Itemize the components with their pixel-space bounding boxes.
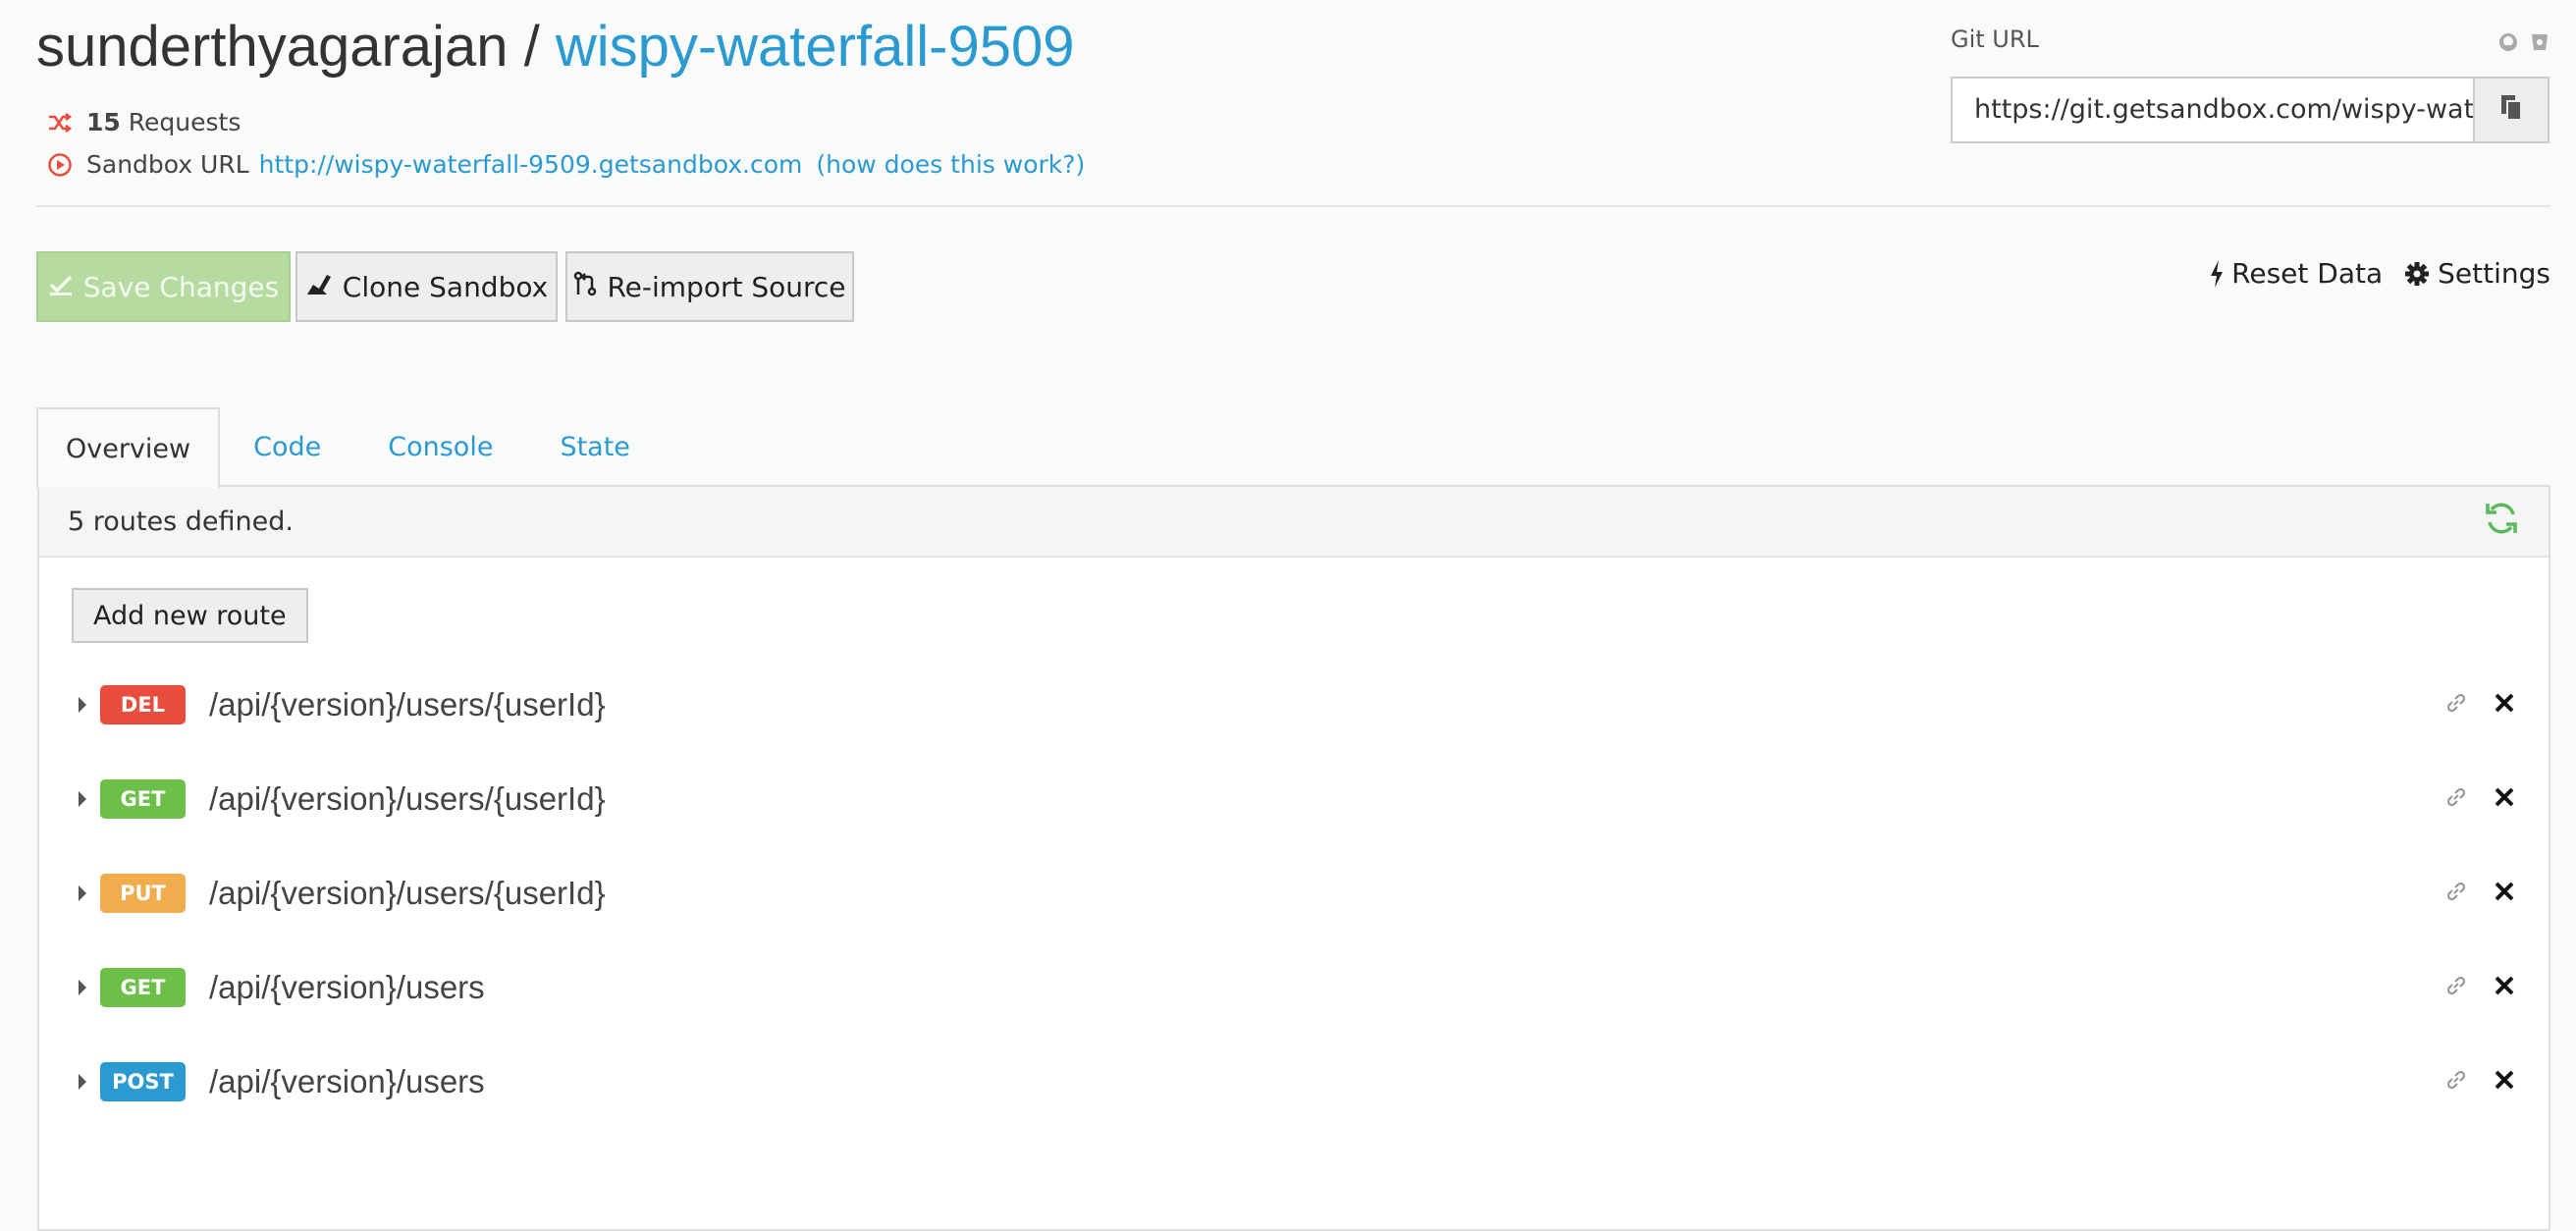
- close-icon[interactable]: [2494, 881, 2515, 906]
- github-icon[interactable]: [2497, 31, 2519, 57]
- copy-git-url-button[interactable]: [2473, 77, 2549, 143]
- close-icon[interactable]: [2494, 786, 2515, 812]
- header-divider: [36, 205, 2550, 207]
- method-badge: GET: [100, 779, 186, 819]
- link-icon[interactable]: [2444, 974, 2468, 1001]
- sandbox-url-label: Sandbox URL: [86, 150, 249, 179]
- refresh-icon[interactable]: [2484, 501, 2519, 543]
- how-does-this-work-link[interactable]: (how does this work?): [816, 150, 1085, 179]
- route-path: /api/{version}/users: [209, 1063, 485, 1099]
- owner-name: sunderthyagarajan: [36, 15, 509, 79]
- repo-host-icons: [2497, 31, 2550, 57]
- route-row[interactable]: GET /api/{version}/users: [79, 958, 2515, 1017]
- link-icon[interactable]: [2444, 785, 2468, 813]
- repo-name[interactable]: wispy-waterfall-9509: [556, 15, 1075, 79]
- clone-sandbox-button[interactable]: Clone Sandbox: [295, 251, 558, 322]
- sandbox-actions: Reset Data Settings: [2210, 257, 2550, 290]
- reimport-source-button[interactable]: Re-import Source: [565, 251, 854, 322]
- route-path: /api/{version}/users/{userId}: [209, 875, 606, 911]
- link-icon[interactable]: [2444, 880, 2468, 907]
- page-title: sunderthyagarajan / wispy-waterfall-9509: [36, 14, 1074, 80]
- save-icon: [48, 271, 74, 303]
- title-separator: /: [508, 15, 556, 79]
- git-url-field[interactable]: https://git.getsandbox.com/wispy-water: [1951, 77, 2475, 143]
- save-changes-button[interactable]: Save Changes: [36, 251, 291, 322]
- link-icon[interactable]: [2444, 691, 2468, 719]
- reset-data-button[interactable]: Reset Data: [2210, 257, 2383, 290]
- settings-button[interactable]: Settings: [2404, 257, 2550, 290]
- save-changes-label: Save Changes: [82, 270, 280, 303]
- routes-summary: 5 routes defined.: [68, 506, 294, 537]
- close-icon[interactable]: [2494, 692, 2515, 718]
- route-row[interactable]: PUT /api/{version}/users/{userId}: [79, 864, 2515, 923]
- git-url-label: Git URL: [1951, 26, 2039, 53]
- gear-icon: [2404, 261, 2430, 287]
- route-path: /api/{version}/users/{userId}: [209, 780, 606, 817]
- requests-info: 15 Requests: [47, 108, 241, 136]
- expand-caret-icon[interactable]: [79, 885, 86, 901]
- play-circle-icon: [47, 152, 73, 178]
- clone-sandbox-label: Clone Sandbox: [342, 270, 549, 303]
- tab-code[interactable]: Code: [220, 407, 354, 486]
- overview-panel: 5 routes defined. Add new route DEL /api…: [37, 485, 2550, 1231]
- reset-data-label: Reset Data: [2231, 257, 2384, 290]
- method-badge: POST: [100, 1062, 186, 1101]
- requests-label: Requests: [128, 108, 242, 136]
- bolt-icon: [2210, 259, 2224, 288]
- route-row[interactable]: DEL /api/{version}/users/{userId}: [79, 675, 2515, 734]
- sandbox-url-link[interactable]: http://wispy-waterfall-9509.getsandbox.c…: [259, 150, 803, 179]
- settings-label: Settings: [2438, 257, 2550, 290]
- close-icon[interactable]: [2494, 1069, 2515, 1095]
- requests-count: 15: [86, 108, 121, 136]
- expand-caret-icon[interactable]: [79, 980, 86, 995]
- bitbucket-icon[interactable]: [2529, 31, 2550, 57]
- sandbox-tabs: Overview Code Console State: [36, 407, 664, 488]
- tab-state[interactable]: State: [526, 407, 663, 486]
- shuffle-icon: [47, 110, 73, 135]
- route-path: /api/{version}/users/{userId}: [209, 686, 606, 723]
- method-badge: PUT: [100, 874, 186, 913]
- tab-console[interactable]: Console: [354, 407, 526, 486]
- expand-caret-icon[interactable]: [79, 697, 86, 713]
- route-row[interactable]: GET /api/{version}/users/{userId}: [79, 770, 2515, 829]
- expand-caret-icon[interactable]: [79, 791, 86, 807]
- git-pull-icon: [573, 271, 597, 303]
- tab-overview[interactable]: Overview: [36, 407, 221, 488]
- add-new-route-button[interactable]: Add new route: [72, 588, 308, 643]
- sandbox-url-info: Sandbox URL http://wispy-waterfall-9509.…: [47, 150, 1085, 179]
- method-badge: GET: [100, 968, 186, 1007]
- clone-icon: [305, 271, 333, 303]
- copy-icon: [2498, 93, 2524, 127]
- route-row[interactable]: POST /api/{version}/users: [79, 1052, 2515, 1111]
- link-icon[interactable]: [2444, 1068, 2468, 1096]
- route-path: /api/{version}/users: [209, 969, 485, 1005]
- method-badge: DEL: [100, 685, 186, 724]
- expand-caret-icon[interactable]: [79, 1074, 86, 1090]
- routes-summary-bar: 5 routes defined.: [39, 487, 2549, 558]
- close-icon[interactable]: [2494, 975, 2515, 1000]
- reimport-source-label: Re-import Source: [607, 270, 846, 303]
